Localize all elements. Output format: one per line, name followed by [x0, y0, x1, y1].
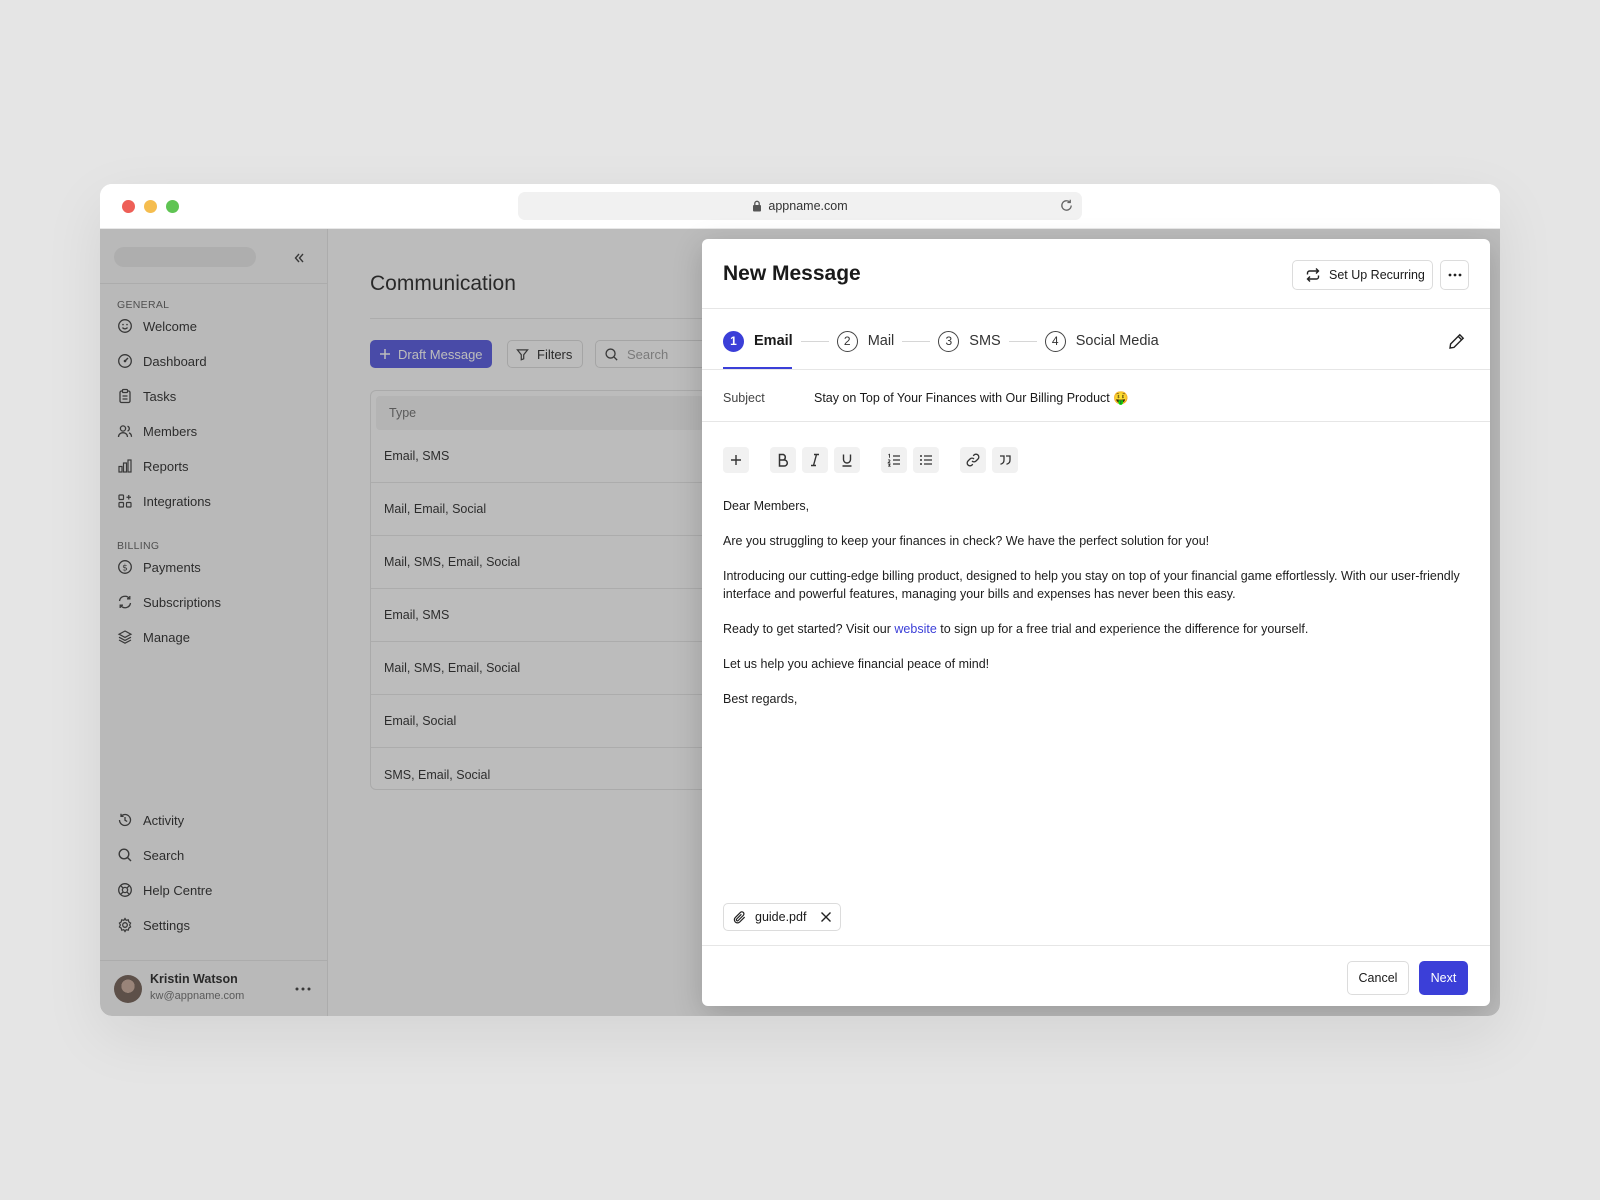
body-text: Ready to get started? Visit our [723, 622, 895, 636]
ordered-list-icon [887, 453, 900, 467]
channel-stepper: 1 Email 2 Mail 3 SMS 4 Social Media [723, 329, 1159, 353]
step-label: Social Media [1075, 333, 1159, 349]
step-social-media[interactable]: 4 Social Media [1044, 330, 1159, 352]
url-text: appname.com [768, 199, 848, 213]
message-body-editor[interactable]: Dear Members, Are you struggling to keep… [723, 497, 1463, 725]
body-paragraph: Are you struggling to keep your finances… [723, 534, 1210, 548]
attachment-chip[interactable]: guide.pdf [723, 903, 841, 931]
insert-button[interactable] [723, 447, 749, 473]
quote-button[interactable] [992, 447, 1018, 473]
header-divider [702, 308, 1490, 309]
plus-icon [731, 455, 741, 465]
formatting-toolbar [723, 447, 1018, 473]
stepper-divider [702, 369, 1490, 370]
step-connector [800, 340, 829, 342]
subject-label: Subject [723, 391, 765, 405]
step-label: SMS [969, 333, 1001, 349]
body-paragraph: Ready to get started? Visit our website … [723, 620, 1463, 638]
body-paragraph: Introducing our cutting-edge billing pro… [723, 569, 1460, 601]
reload-icon[interactable] [1059, 198, 1074, 213]
step-number: 4 [1044, 330, 1066, 352]
bold-icon [778, 453, 788, 467]
body-text: to sign up for a free trial and experien… [936, 622, 1309, 636]
browser-titlebar: appname.com [100, 184, 1500, 229]
website-link[interactable]: website [894, 622, 936, 636]
paperclip-icon [733, 910, 746, 923]
bullet-list-button[interactable] [913, 447, 939, 473]
app-root: GENERAL Welcome Dashboard Tasks Members … [100, 229, 1500, 1016]
step-email[interactable]: 1 Email [723, 330, 793, 352]
quote-icon [1000, 455, 1011, 465]
next-button[interactable]: Next [1419, 961, 1468, 995]
ordered-list-button[interactable] [881, 447, 907, 473]
bullet-list-icon [920, 455, 932, 465]
step-sms[interactable]: 3 SMS [938, 330, 1001, 352]
footer-divider [702, 945, 1490, 946]
link-icon [966, 453, 980, 467]
bold-button[interactable] [770, 447, 796, 473]
attachment-filename: guide.pdf [755, 910, 807, 924]
address-bar[interactable]: appname.com [518, 192, 1082, 220]
subject-input[interactable]: Stay on Top of Your Finances with Our Bi… [814, 391, 1129, 406]
set-up-recurring-label: Set Up Recurring [1329, 268, 1425, 282]
subject-divider [702, 421, 1490, 422]
close-window-button[interactable] [122, 200, 135, 213]
remove-attachment-icon[interactable] [820, 911, 832, 923]
greeting: Dear Members, [723, 499, 810, 513]
body-paragraph: Let us help you achieve financial peace … [723, 657, 990, 671]
italic-icon [811, 453, 819, 467]
minimize-window-button[interactable] [144, 200, 157, 213]
italic-button[interactable] [802, 447, 828, 473]
underline-button[interactable] [834, 447, 860, 473]
browser-window: appname.com GENERAL Welcome Dashboard Ta… [100, 184, 1500, 1016]
step-number: 2 [836, 330, 858, 352]
more-options-button[interactable] [1440, 260, 1469, 290]
step-label: Email [754, 333, 793, 349]
step-label: Mail [867, 333, 895, 349]
underline-icon [842, 454, 852, 467]
step-connector [1008, 340, 1037, 342]
cancel-button[interactable]: Cancel [1347, 961, 1409, 995]
modal-title: New Message [723, 262, 861, 285]
lock-icon [753, 200, 762, 212]
more-horizontal-icon [1448, 273, 1461, 277]
pencil-icon[interactable] [1448, 332, 1466, 350]
new-message-modal: New Message Set Up Recurring 1 Email 2 M… [702, 239, 1490, 1006]
step-mail[interactable]: 2 Mail [836, 330, 895, 352]
step-number: 1 [723, 330, 744, 352]
step-number: 3 [938, 330, 960, 352]
set-up-recurring-button[interactable]: Set Up Recurring [1292, 260, 1433, 290]
step-connector [902, 340, 931, 342]
maximize-window-button[interactable] [166, 200, 179, 213]
window-controls [122, 200, 179, 213]
link-button[interactable] [960, 447, 986, 473]
repeat-icon [1306, 268, 1320, 282]
signoff: Best regards, [723, 692, 798, 706]
